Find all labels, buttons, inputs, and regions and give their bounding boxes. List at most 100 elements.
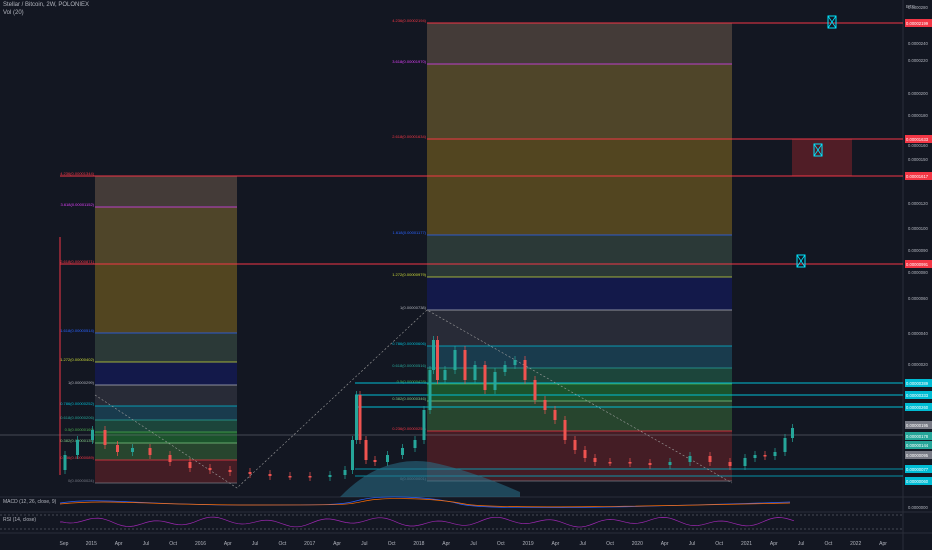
fib-zone-right xyxy=(427,277,732,310)
candle-body xyxy=(432,340,435,370)
candle-body xyxy=(583,450,587,458)
x-tick-label: 2021 xyxy=(741,541,752,547)
candle-body xyxy=(593,458,597,462)
fib-level-label: 1(0.00000299) xyxy=(68,380,95,385)
candle-body xyxy=(493,372,497,390)
x-tick-label: Oct xyxy=(606,541,614,547)
fib-level-label: 0.618(0.00000206) xyxy=(60,415,94,420)
fib-zone-right xyxy=(427,139,732,235)
candle-body xyxy=(688,456,692,462)
candle-body xyxy=(188,462,192,468)
x-tick-label: 2022 xyxy=(850,541,861,547)
macd-line xyxy=(59,496,791,509)
x-tick-label: Oct xyxy=(715,541,723,547)
candle-body xyxy=(791,428,794,438)
x-tick-label: Apr xyxy=(224,541,232,547)
price-tag-label: 0.00000195 xyxy=(906,423,929,428)
price-tag-label: 0.00000095 xyxy=(906,453,929,458)
x-tick-label: 2017 xyxy=(304,541,315,547)
fib-level-label: 0.618(0.00000516) xyxy=(392,363,426,368)
candle-body xyxy=(208,468,212,470)
fib-zone-right xyxy=(427,384,732,401)
candle-body xyxy=(401,448,404,455)
candle-body xyxy=(503,365,507,372)
candle-body xyxy=(773,452,777,456)
price-tag-label: 0.00000178 xyxy=(906,434,929,439)
x-tick-label: Sep xyxy=(60,541,69,547)
price-tag-label: 0.00000060 xyxy=(906,479,929,484)
fib-zone-right xyxy=(427,310,732,346)
candle-body xyxy=(103,430,107,445)
x-tick-label: Jul xyxy=(579,541,585,547)
candle-body xyxy=(523,360,527,380)
x-tick-label: Jul xyxy=(143,541,149,547)
candle-body xyxy=(288,476,292,478)
candle-body xyxy=(248,472,252,474)
y-tick-label: 0.0000220 xyxy=(908,58,928,63)
x-tick-label: Jul xyxy=(361,541,367,547)
x-tick-label: 2016 xyxy=(195,541,206,547)
candle-body xyxy=(743,458,747,466)
fib-level-label: 4.236(0.00002194) xyxy=(392,18,426,23)
candle-body xyxy=(343,470,347,475)
candle-body xyxy=(708,456,712,462)
macd-legend: MACD (12, 26, close, 9) xyxy=(3,499,57,505)
x-tick-label: Jul xyxy=(252,541,258,547)
y-tick-label: 0.0000080 xyxy=(908,270,928,275)
candle-body xyxy=(628,462,632,464)
price-tag-label: 0.00000991 xyxy=(906,262,929,267)
x-tick-label: Oct xyxy=(169,541,177,547)
candle-body xyxy=(308,476,312,478)
fib-zone-left xyxy=(95,176,237,207)
y-tick-label: 0.0000100 xyxy=(908,226,928,231)
x-tick-label: Oct xyxy=(497,541,505,547)
symbol-title: Stellar / Bitcoin, 2W, POLONIEX xyxy=(3,2,90,8)
fib-level-label: 1(0.00000738) xyxy=(400,305,427,310)
fib-zone-right xyxy=(427,401,732,431)
x-tick-label: Apr xyxy=(661,541,669,547)
candle-body xyxy=(463,350,467,380)
fib-level-label: 4.236(0.00001344) xyxy=(60,171,94,176)
fib-level-label: 3.618(0.00001152) xyxy=(60,202,94,207)
x-tick-label: Apr xyxy=(879,541,887,547)
fib-level-label: 1.618(0.00000514) xyxy=(60,328,94,333)
x-tick-label: Oct xyxy=(279,541,287,547)
volume-legend: Vol (20) xyxy=(3,10,24,16)
candle-body xyxy=(648,463,652,465)
fib-zone-left xyxy=(95,264,237,333)
fib-level-label: 3.618(0.00001970) xyxy=(392,59,426,64)
x-tick-label: Apr xyxy=(770,541,778,547)
candle-body xyxy=(76,440,79,455)
fib-level-label: 2.618(0.00000871) xyxy=(60,259,94,264)
fib-zone-right xyxy=(427,64,732,139)
fib-level-label: 0.382(0.00000346) xyxy=(392,396,426,401)
fib-level-label: 0.236(0.00000256) xyxy=(392,426,426,431)
fib-level-label: 0.786(0.00000252) xyxy=(60,401,94,406)
candle-body xyxy=(783,438,787,452)
candle-body xyxy=(728,462,732,466)
x-tick-label: Jul xyxy=(689,541,695,547)
candle-body xyxy=(148,448,152,455)
y-tick-label: 0.0000120 xyxy=(908,201,928,206)
x-tick-label: Jul xyxy=(798,541,804,547)
candle-body xyxy=(168,455,172,462)
y-tick-label: 0.0000040 xyxy=(908,331,928,336)
candle-body xyxy=(473,365,477,380)
fib-level-label: 1.272(0.00000402) xyxy=(60,357,94,362)
fib-level-label: 0(0.00000024) xyxy=(68,478,95,483)
candle-body xyxy=(428,370,432,410)
candle-body xyxy=(608,462,612,464)
y-tick-label: 0.0000090 xyxy=(908,248,928,253)
candle-body xyxy=(358,395,362,440)
chart-canvas[interactable]: 4.236(0.00001344) 3.618(0.00001152) 2.618(… xyxy=(0,0,932,550)
x-tick-label: Apr xyxy=(333,541,341,547)
y-tick-label: 0.0000200 xyxy=(908,91,928,96)
candle-body xyxy=(355,395,358,440)
x-tick-label: 2015 xyxy=(86,541,97,547)
rsi-line xyxy=(59,516,795,528)
y-tick-label: 0.0000020 xyxy=(908,362,928,367)
candle-body xyxy=(453,350,457,370)
price-tag-label: 0.00002199 xyxy=(906,21,929,26)
y-tick-label: 0.0000000 xyxy=(908,505,928,510)
fib-level-label: 0.5(0.00000169) xyxy=(65,427,95,432)
